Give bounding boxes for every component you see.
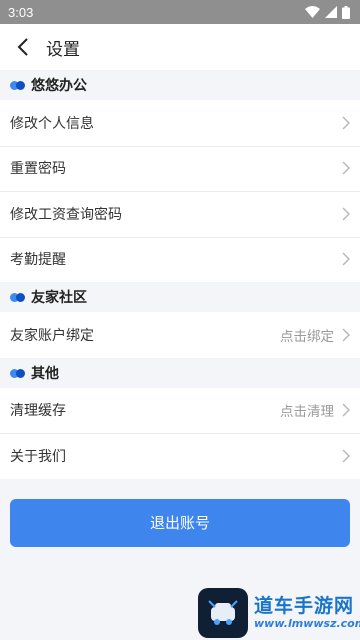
- section-header-office: 悠悠办公: [0, 70, 360, 100]
- battery-icon: [342, 5, 350, 19]
- back-button[interactable]: [0, 24, 46, 70]
- section-list-office: 修改个人信息 重置密码 修改工资查询密码 考勤提醒: [0, 100, 360, 282]
- about-us-item[interactable]: 关于我们: [0, 433, 360, 479]
- logout-wrapper: 退出账号: [0, 479, 360, 547]
- section-title: 悠悠办公: [31, 78, 87, 94]
- list-item-label: 考勤提醒: [10, 252, 66, 269]
- section-dot-icon: [10, 292, 26, 302]
- chevron-right-icon: [342, 116, 350, 130]
- edit-profile-item[interactable]: 修改个人信息: [0, 100, 360, 146]
- signal-icon: [325, 6, 337, 18]
- logout-button[interactable]: 退出账号: [10, 498, 350, 547]
- chevron-right-icon: [342, 161, 350, 175]
- section-dot-icon: [10, 80, 26, 90]
- app-bar: 设置: [0, 24, 360, 70]
- wifi-icon: [305, 6, 320, 18]
- section-list-other: 清理缓存 点击清理 关于我们: [0, 387, 360, 479]
- chevron-right-icon: [342, 403, 350, 417]
- clear-cache-item[interactable]: 清理缓存 点击清理: [0, 387, 360, 433]
- account-binding-item[interactable]: 友家账户绑定 点击绑定: [0, 312, 360, 358]
- back-arrow-icon: [17, 38, 28, 56]
- list-item-label: 关于我们: [10, 448, 66, 465]
- watermark-title: 道车手游网: [254, 595, 355, 617]
- chevron-right-icon: [342, 252, 350, 266]
- section-header-community: 友家社区: [0, 282, 360, 312]
- list-item-label: 清理缓存: [10, 403, 66, 420]
- status-bar: 3:03: [0, 0, 360, 24]
- chevron-right-icon: [342, 207, 350, 221]
- watermark: 道车手游网 www.lmwwsz.com: [198, 588, 360, 638]
- watermark-url: www.lmwwsz.com: [254, 617, 360, 630]
- list-item-label: 重置密码: [10, 161, 66, 178]
- list-item-label: 修改工资查询密码: [10, 206, 122, 223]
- section-title: 友家社区: [31, 290, 87, 306]
- list-item-label: 修改个人信息: [10, 115, 94, 132]
- status-icons: [305, 5, 350, 19]
- list-item-hint: 点击绑定: [280, 328, 334, 345]
- chevron-right-icon: [342, 328, 350, 342]
- section-dot-icon: [10, 368, 26, 378]
- section-list-community: 友家账户绑定 点击绑定: [0, 312, 360, 358]
- watermark-logo-icon: [198, 588, 248, 638]
- page-title: 设置: [46, 39, 80, 60]
- attendance-reminder-item[interactable]: 考勤提醒: [0, 236, 360, 282]
- chevron-right-icon: [342, 449, 350, 463]
- list-item-label: 友家账户绑定: [10, 327, 94, 344]
- reset-password-item[interactable]: 重置密码: [0, 145, 360, 191]
- section-header-other: 其他: [0, 357, 360, 388]
- status-time: 3:03: [8, 4, 34, 20]
- salary-password-item[interactable]: 修改工资查询密码: [0, 191, 360, 237]
- section-title: 其他: [31, 365, 59, 382]
- list-item-hint: 点击清理: [280, 404, 334, 421]
